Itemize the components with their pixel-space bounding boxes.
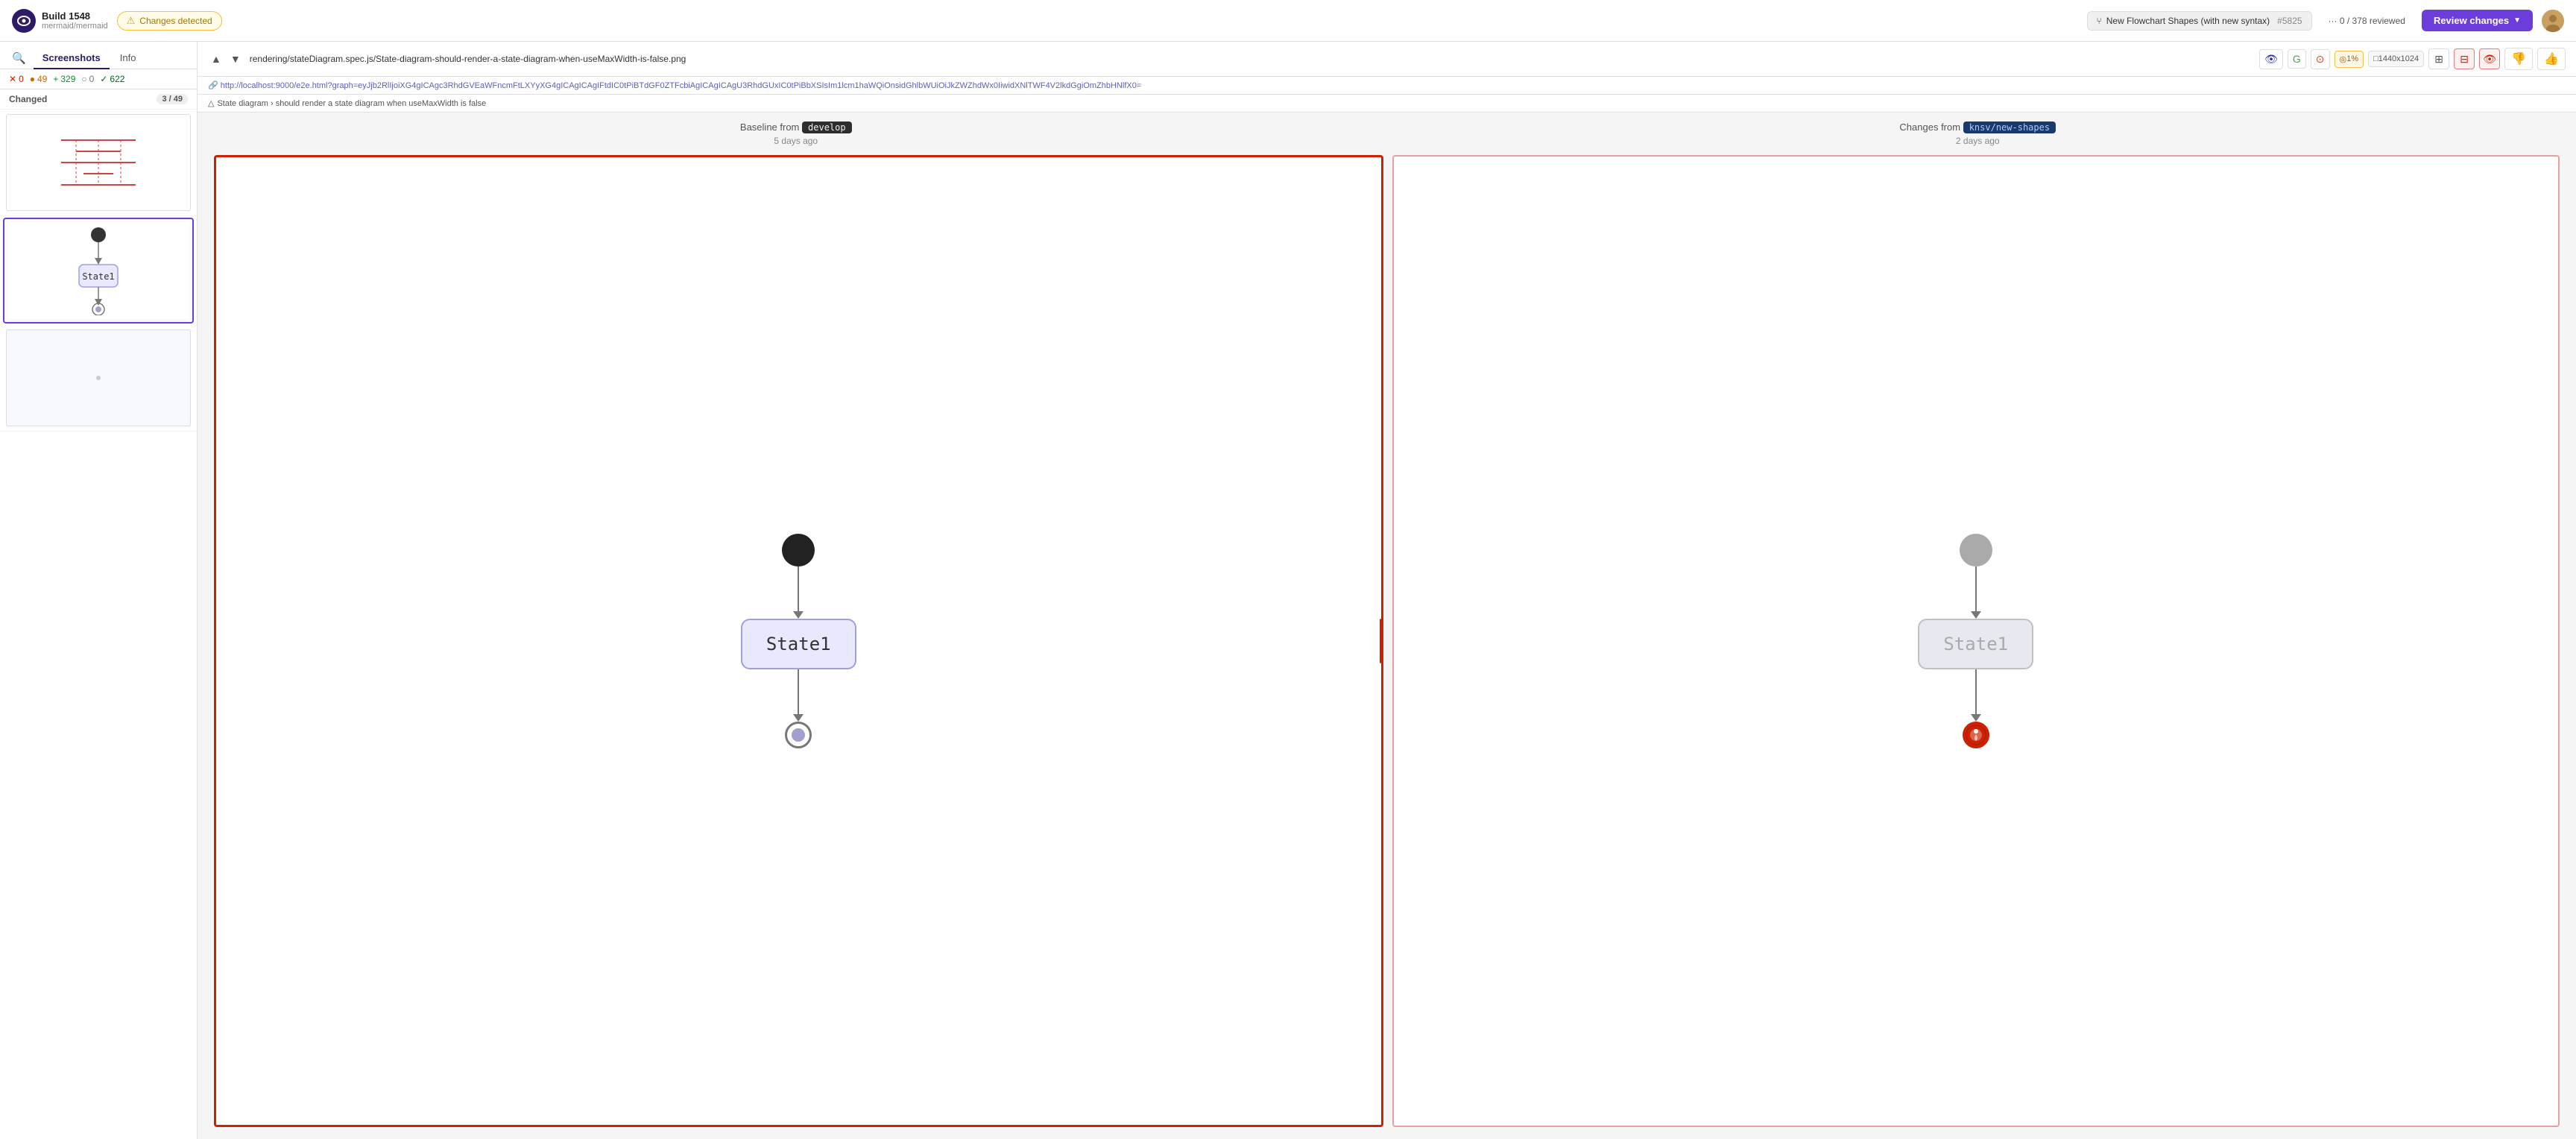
warning-icon: ⚠ (127, 15, 136, 27)
changed-icon: ● (30, 74, 35, 84)
list-item[interactable]: State1 (3, 218, 194, 324)
search-button[interactable]: 🔍 (9, 48, 29, 68)
pr-number: #5825 (2277, 16, 2302, 26)
dimensions-badge: □ 1440x1024 (2368, 51, 2424, 67)
tab-info[interactable]: Info (111, 48, 145, 69)
stat-unchanged: ○ 0 (81, 74, 94, 84)
pr-title: New Flowchart Shapes (with new syntax) (2106, 16, 2270, 26)
app-logo[interactable] (12, 9, 36, 33)
build-repo: mermaid/mermaid (42, 22, 108, 31)
total-icon: ✓ (100, 74, 107, 84)
split-view-button[interactable]: ⊟ (2454, 48, 2475, 69)
baseline-diagram: State1 (726, 519, 871, 763)
comparison-header: Baseline from develop 5 days ago Changes… (198, 113, 2576, 155)
overlay-view-button[interactable]: 👁 (2479, 48, 2500, 69)
build-title: Build 1548 (42, 10, 108, 22)
top-nav: Build 1548 mermaid/mermaid ⚠ Changes det… (0, 0, 2576, 42)
arrow-2-changed (1971, 669, 1981, 722)
build-info: Build 1548 mermaid/mermaid (42, 10, 108, 31)
sidebar: 🔍 Screenshots Info ✕ 0 ● 49 + 329 ○ (0, 42, 198, 1139)
avatar[interactable] (2542, 10, 2564, 32)
changes-branch: knsv/new-shapes (1963, 122, 2056, 133)
state-box: State1 (741, 619, 856, 669)
review-changes-label: Review changes (2434, 15, 2509, 26)
breadcrumb: △ State diagram › should render a state … (198, 95, 2576, 113)
baseline-branch: develop (802, 122, 852, 133)
g-icon-button[interactable]: G (2288, 49, 2306, 69)
list-item[interactable] (0, 325, 197, 432)
next-arrow-button[interactable]: ▼ (227, 51, 244, 66)
chevron-down-icon: ▼ (2513, 16, 2521, 25)
start-node-changed (1960, 534, 1992, 567)
nav-arrows: ▲ ▼ (208, 51, 244, 66)
diff-percent-badge: ◎ 1% (2334, 51, 2364, 68)
baseline-label: Baseline from (740, 122, 799, 133)
logo-area: Build 1548 mermaid/mermaid (12, 9, 108, 33)
tab-screenshots[interactable]: Screenshots (34, 48, 110, 69)
url-link[interactable]: http://localhost:9000/e2e.html?graph=eyJ… (221, 81, 1142, 90)
pr-icon: ⑂ (2097, 16, 2102, 26)
removed-icon: ✕ (9, 74, 16, 84)
content-area: ▲ ▼ rendering/stateDiagram.spec.js/State… (198, 42, 2576, 1139)
diff-icon: ◎ (2340, 54, 2347, 64)
image-icon: □ (2373, 54, 2378, 63)
sidebar-items: State1 (0, 110, 197, 1139)
baseline-time: 5 days ago (212, 136, 1380, 146)
list-item[interactable] (0, 110, 197, 216)
arrow-2 (793, 669, 804, 722)
file-actions: 👁 G ⊙ ◎ 1% □ 1440x1024 ⊞ ⊟ 👁 👎 👍 (2259, 48, 2566, 70)
file-path: rendering/stateDiagram.spec.js/State-dia… (250, 54, 2253, 64)
chrome-icon-button[interactable]: ⊙ (2311, 49, 2330, 69)
breadcrumb-icon: △ (208, 98, 214, 108)
changes-detected-badge[interactable]: ⚠ Changes detected (117, 11, 222, 31)
side-by-side: State1 (198, 155, 2576, 1139)
diff-indicator (1380, 619, 1383, 663)
breadcrumb-text: State diagram › should render a state di… (217, 99, 486, 108)
stat-removed: ✕ 0 (9, 74, 24, 84)
link-icon: 🔗 (208, 81, 218, 90)
changed-diagram: State1 (1903, 519, 2048, 763)
url-bar: 🔗 http://localhost:9000/e2e.html?graph=e… (198, 77, 2576, 95)
section-count: 3 / 49 (157, 94, 188, 104)
end-node (785, 722, 812, 748)
thumbs-down-button[interactable]: 👎 (2504, 48, 2533, 70)
end-node-changed (1963, 722, 1989, 748)
grid-view-button[interactable]: ⊞ (2428, 48, 2449, 69)
stat-changed: ● 49 (30, 74, 48, 84)
changed-panel: State1 (1392, 155, 2560, 1127)
sidebar-section-header: Changed 3 / 49 (0, 89, 197, 110)
file-header: ▲ ▼ rendering/stateDiagram.spec.js/State… (198, 42, 2576, 77)
arrow-1-changed (1971, 567, 1981, 619)
changes-header: Changes from knsv/new-shapes 2 days ago (1395, 122, 2562, 146)
section-label: Changed (9, 94, 47, 104)
changes-badge-label: Changes detected (139, 16, 212, 26)
start-node (782, 534, 815, 567)
sidebar-stats: ✕ 0 ● 49 + 329 ○ 0 ✓ 622 (0, 69, 197, 89)
added-icon: + (53, 74, 58, 84)
thumbs-up-button[interactable]: 👍 (2537, 48, 2566, 70)
eye-icon-button[interactable]: 👁 (2259, 49, 2283, 69)
svg-text:State1: State1 (82, 271, 114, 282)
baseline-header: Baseline from develop 5 days ago (212, 122, 1380, 146)
state-box-changed: State1 (1918, 619, 2033, 669)
main-layout: 🔍 Screenshots Info ✕ 0 ● 49 + 329 ○ (0, 42, 2576, 1139)
pr-badge: ⑂ New Flowchart Shapes (with new syntax)… (2087, 11, 2312, 31)
stat-added: + 329 (53, 74, 75, 84)
stat-total: ✓ 622 (100, 74, 124, 84)
changes-time: 2 days ago (1395, 136, 2562, 146)
baseline-panel: State1 (214, 155, 1383, 1127)
unchanged-icon: ○ (81, 74, 86, 84)
prev-arrow-button[interactable]: ▲ (208, 51, 224, 66)
arrow-1 (793, 567, 804, 619)
review-progress: ··· 0 / 378 reviewed (2321, 12, 2413, 30)
changes-label: Changes from (1899, 122, 1960, 133)
review-changes-button[interactable]: Review changes ▼ (2422, 10, 2533, 31)
sidebar-tabs: 🔍 Screenshots Info (0, 42, 197, 69)
